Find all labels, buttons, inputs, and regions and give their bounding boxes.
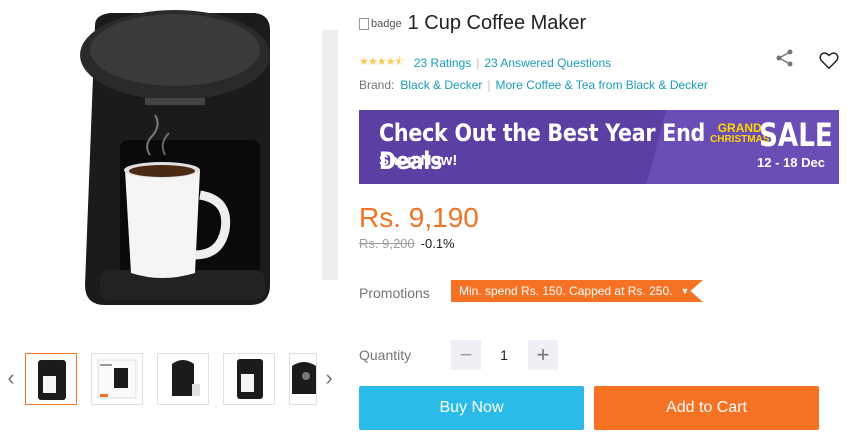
discount-percent: -0.1%	[420, 236, 455, 251]
main-product-image[interactable]	[0, 0, 340, 340]
share-icon[interactable]	[775, 48, 795, 68]
original-price: Rs. 9,200	[359, 236, 415, 251]
divider: |	[487, 78, 491, 92]
quantity-label: Quantity	[359, 347, 412, 363]
promotions-label: Promotions	[359, 285, 430, 301]
old-price-row: Rs. 9,200 -0.1%	[359, 236, 455, 251]
product-title: 1 Cup Coffee Maker	[407, 12, 587, 34]
thumbnail[interactable]	[91, 353, 143, 405]
caret-down-icon: ▼	[680, 286, 690, 296]
thumbnail[interactable]	[157, 353, 209, 405]
star-rating: ★★★★⯪	[359, 56, 405, 68]
brand-label: Brand:	[359, 78, 395, 92]
badge-image: badge	[359, 17, 402, 30]
banner-dates: 12 - 18 Dec	[757, 155, 825, 170]
chevron-right-icon[interactable]: ›	[320, 363, 338, 393]
broken-image-icon	[359, 17, 369, 30]
current-price: Rs. 9,190	[359, 202, 479, 233]
add-to-cart-button[interactable]: Add to Cart	[594, 386, 819, 430]
thumbnail[interactable]	[223, 353, 275, 405]
gallery-edge	[322, 30, 338, 280]
heart-icon[interactable]	[818, 49, 840, 71]
quantity-decrease-button[interactable]: −	[451, 340, 481, 370]
banner-sale: SALE	[759, 116, 833, 154]
promotion-tag[interactable]: Min. spend Rs. 150. Capped at Rs. 250. ▼	[451, 280, 703, 302]
thumbnail[interactable]	[289, 353, 317, 405]
buy-now-button[interactable]: Buy Now	[359, 386, 584, 430]
quantity-increase-button[interactable]: +	[528, 340, 558, 370]
promotion-text: Min. spend Rs. 150. Capped at Rs. 250.	[459, 284, 673, 298]
thumbnail[interactable]	[25, 353, 77, 405]
brand-row: Brand: Black & Decker | More Coffee & Te…	[359, 78, 708, 92]
product-gallery: ‹ ›	[0, 0, 345, 446]
quantity-value[interactable]: 1	[482, 340, 526, 370]
ratings-row: ★★★★⯪ 23 Ratings | 23 Answered Questions	[359, 53, 611, 72]
banner-shop-now: Shop Now!	[379, 152, 458, 169]
ratings-link[interactable]: 23 Ratings	[414, 56, 471, 70]
answered-questions-link[interactable]: 23 Answered Questions	[484, 56, 611, 70]
badge-alt-text: badge	[371, 17, 402, 30]
thumbnail-strip: ‹ ›	[0, 345, 345, 415]
title-row: badge 1 Cup Coffee Maker	[359, 12, 586, 35]
brand-link[interactable]: Black & Decker	[400, 78, 482, 92]
chevron-left-icon[interactable]: ‹	[2, 363, 20, 393]
divider: |	[476, 55, 480, 70]
more-from-brand-link[interactable]: More Coffee & Tea from Black & Decker	[496, 78, 708, 92]
promo-banner[interactable]: Check Out the Best Year End Deals Shop N…	[359, 110, 839, 184]
